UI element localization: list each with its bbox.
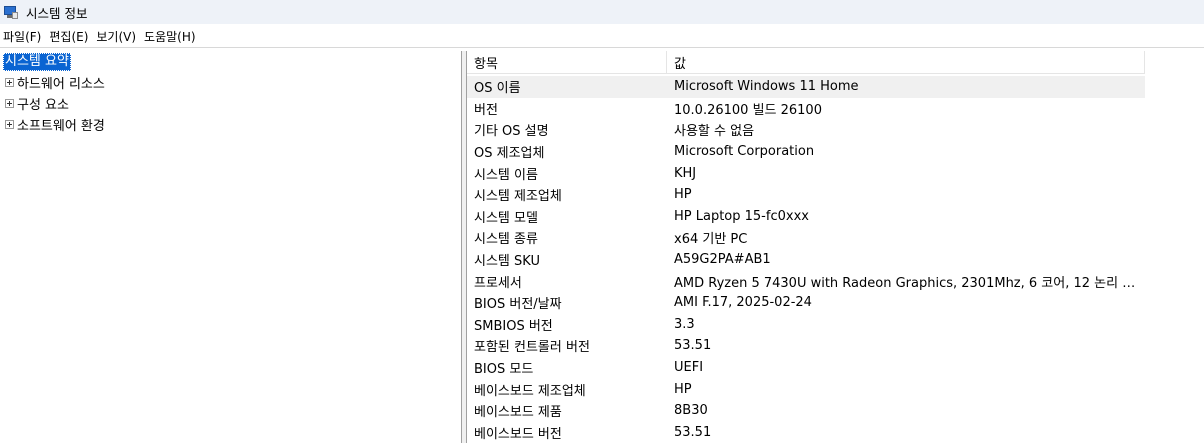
- row-value-cell: HP: [674, 381, 692, 397]
- row-item-cell: 베이스보드 버전: [474, 426, 562, 442]
- table-row[interactable]: 프로세서 AMD Ryzen 5 7430U with Radeon Graphi…: [467, 270, 1145, 292]
- row-value-cell: 사용할 수 없음: [674, 124, 755, 140]
- table-row[interactable]: 시스템 모델 HP Laptop 15-fc0xxx: [467, 206, 1145, 228]
- table-row[interactable]: BIOS 모드 UEFI: [467, 357, 1145, 379]
- menu-bar: 파일(F) 편집(E) 보기(V) 도움말(H): [0, 25, 1204, 48]
- system-information-icon: [4, 5, 18, 19]
- row-value-cell: UEFI: [674, 360, 704, 376]
- row-value-cell: x64 기반 PC: [674, 232, 748, 248]
- row-value-cell: HP: [674, 187, 692, 203]
- tree-item-label: 하드웨어 리소스: [17, 77, 105, 92]
- details-list[interactable]: 항목 값 OS 이름 Microsoft Windows 11 Home 버전 10.…: [466, 51, 1204, 443]
- column-header-value[interactable]: 값: [667, 51, 1145, 74]
- tree-item-label: 시스템 요약: [3, 52, 71, 71]
- menu-file[interactable]: 파일(F): [0, 28, 46, 45]
- list-header: 항목 값: [467, 51, 1145, 74]
- table-row[interactable]: 시스템 이름 KHJ: [467, 162, 1145, 184]
- row-value-cell: 53.51: [674, 338, 712, 354]
- row-value-cell: Microsoft Windows 11 Home: [674, 79, 859, 95]
- table-row[interactable]: 시스템 종류 x64 기반 PC: [467, 227, 1145, 249]
- table-row[interactable]: OS 이름 Microsoft Windows 11 Home: [467, 76, 1145, 98]
- row-item-cell: SMBIOS 버전: [474, 318, 553, 334]
- title-bar[interactable]: 시스템 정보: [0, 0, 1204, 24]
- row-item-cell: 기타 OS 설명: [474, 124, 549, 140]
- table-row[interactable]: OS 제조업체 Microsoft Corporation: [467, 141, 1145, 163]
- tree-item-software-environment[interactable]: 소프트웨어 환경: [0, 114, 461, 135]
- tree-item-label: 소프트웨어 환경: [17, 119, 105, 134]
- row-item-cell: 시스템 SKU: [474, 254, 540, 270]
- row-item-cell: 프로세서: [474, 275, 522, 291]
- row-item-cell: BIOS 버전/날짜: [474, 297, 562, 313]
- row-item-cell: 포함된 컨트롤러 버전: [474, 340, 590, 356]
- row-item-cell: 시스템 이름: [474, 167, 538, 183]
- category-tree[interactable]: 시스템 요약 하드웨어 리소스 구성 요소 소프트웨어 환경: [0, 51, 462, 443]
- plus-expander-icon[interactable]: [5, 78, 14, 87]
- table-row[interactable]: 기타 OS 설명 사용할 수 없음: [467, 119, 1145, 141]
- row-value-cell: KHJ: [674, 165, 697, 181]
- plus-expander-icon[interactable]: [5, 99, 14, 108]
- table-row[interactable]: 포함된 컨트롤러 버전 53.51: [467, 335, 1145, 357]
- plus-expander-icon[interactable]: [5, 120, 14, 129]
- window-title: 시스템 정보: [26, 5, 88, 21]
- tree-item-label: 구성 요소: [17, 98, 69, 113]
- tree-item-system-summary[interactable]: 시스템 요약: [0, 51, 461, 72]
- row-value-cell: A59G2PA#AB1: [674, 252, 771, 268]
- row-item-cell: OS 이름: [474, 81, 521, 97]
- row-value-cell: 3.3: [674, 316, 695, 332]
- row-item-cell: BIOS 모드: [474, 362, 534, 378]
- table-row[interactable]: BIOS 버전/날짜 AMI F.17, 2025-02-24: [467, 292, 1145, 314]
- table-row[interactable]: 시스템 제조업체 HP: [467, 184, 1145, 206]
- row-item-cell: 시스템 모델: [474, 210, 538, 226]
- menu-help[interactable]: 도움말(H): [141, 28, 201, 45]
- row-value-cell: HP Laptop 15-fc0xxx: [674, 208, 809, 224]
- table-row[interactable]: 베이스보드 버전 53.51: [467, 422, 1145, 443]
- menu-view[interactable]: 보기(V): [93, 28, 141, 45]
- row-item-cell: 베이스보드 제조업체: [474, 383, 586, 399]
- table-row[interactable]: SMBIOS 버전 3.3: [467, 314, 1145, 336]
- row-value-cell: AMD Ryzen 5 7430U with Radeon Graphics, …: [674, 275, 1145, 291]
- table-row[interactable]: 베이스보드 제조업체 HP: [467, 378, 1145, 400]
- row-item-cell: 시스템 제조업체: [474, 189, 562, 205]
- row-item-cell: 버전: [474, 102, 498, 118]
- row-value-cell: 8B30: [674, 403, 708, 419]
- row-value-cell: AMI F.17, 2025-02-24: [674, 295, 812, 311]
- list-rows: OS 이름 Microsoft Windows 11 Home 버전 10.0.261…: [467, 76, 1145, 443]
- system-information-window: 시스템 정보 파일(F) 편집(E) 보기(V) 도움말(H) 시스템 요약 하…: [0, 0, 1204, 443]
- table-row[interactable]: 베이스보드 제품 8B30: [467, 400, 1145, 422]
- table-row[interactable]: 버전 10.0.26100 빌드 26100: [467, 98, 1145, 120]
- row-item-cell: 베이스보드 제품: [474, 405, 562, 421]
- menu-edit[interactable]: 편집(E): [46, 28, 93, 45]
- tree-item-hardware-resources[interactable]: 하드웨어 리소스: [0, 72, 461, 93]
- row-value-cell: Microsoft Corporation: [674, 144, 815, 160]
- tree-item-components[interactable]: 구성 요소: [0, 93, 461, 114]
- row-item-cell: 시스템 종류: [474, 232, 538, 248]
- row-item-cell: OS 제조업체: [474, 146, 545, 162]
- row-value-cell: 53.51: [674, 424, 712, 440]
- column-header-item[interactable]: 항목: [467, 51, 667, 74]
- table-row[interactable]: 시스템 SKU A59G2PA#AB1: [467, 249, 1145, 271]
- row-value-cell: 10.0.26100 빌드 26100: [674, 102, 822, 118]
